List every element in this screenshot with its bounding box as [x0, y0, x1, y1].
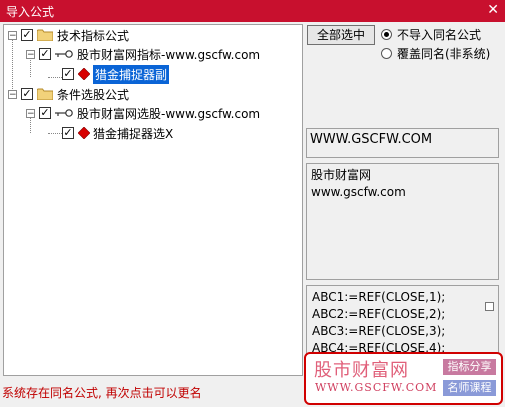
node-checkbox[interactable]: ✓	[39, 107, 51, 119]
radio-label: 不导入同名公式	[397, 28, 482, 42]
radio-button-checked[interactable]	[381, 29, 392, 40]
status-message: 系统存在同名公式, 再次点击可以更名	[2, 386, 202, 400]
tree-connector	[48, 133, 62, 134]
code-line: ABC2:=REF(CLOSE,2);	[312, 307, 446, 321]
red-diamond-icon	[78, 127, 90, 139]
folder-icon	[37, 88, 53, 100]
logo-badge: 指标分享	[443, 359, 496, 375]
node-checkbox[interactable]: ✓	[21, 88, 33, 100]
close-icon[interactable]: ✕	[487, 2, 499, 18]
formula-tree[interactable]: − ✓ 技术指标公式 − ✓ 股市财富网指标-www.gscfw.com ✓ 猎…	[3, 24, 303, 376]
node-label: 条件选股公式	[57, 87, 130, 102]
window-title: 导入公式	[6, 5, 55, 19]
tree-node-indicator-formulas[interactable]: − ✓ 技术指标公式	[8, 26, 129, 44]
tree-node-gscfw-screening[interactable]: − ✓ 股市财富网选股-www.gscfw.com	[26, 104, 260, 122]
folder-icon	[37, 29, 53, 41]
node-checkbox[interactable]: ✓	[62, 127, 74, 139]
tree-node-hunter-sub[interactable]: ✓ 猎金捕捉器副	[62, 64, 170, 84]
red-diamond-icon	[78, 68, 90, 80]
node-label-selected: 猎金捕捉器副	[93, 64, 170, 84]
title-bar[interactable]: 导入公式 ✕	[0, 0, 505, 22]
collapse-toggle[interactable]: −	[26, 49, 35, 59]
collapse-toggle[interactable]: −	[8, 89, 17, 99]
code-line: ABC3:=REF(CLOSE,3);	[312, 324, 446, 338]
radio-no-import[interactable]: 不导入同名公式	[381, 26, 481, 43]
key-icon	[55, 50, 73, 58]
node-label: 技术指标公式	[57, 28, 130, 43]
radio-overwrite[interactable]: 覆盖同名(非系统)	[381, 45, 490, 62]
node-checkbox[interactable]: ✓	[39, 48, 51, 60]
code-line: ABC1:=REF(CLOSE,1);	[312, 290, 446, 304]
node-checkbox[interactable]: ✓	[62, 68, 74, 80]
node-checkbox[interactable]: ✓	[21, 29, 33, 41]
site-field: WWW.GSCFW.COM	[306, 128, 499, 158]
tree-node-gscfw-indicator[interactable]: − ✓ 股市财富网指标-www.gscfw.com	[26, 45, 260, 63]
description-line: www.gscfw.com	[311, 185, 406, 199]
tree-connector	[48, 77, 62, 78]
site-logo: 股市财富网 WWW.GSCFW.COM 指标分享 名师课程	[304, 352, 503, 405]
logo-badge: 名师课程	[443, 380, 496, 396]
description-line: 股市财富网	[311, 168, 372, 182]
radio-label: 覆盖同名(非系统)	[397, 47, 491, 61]
node-label: 股市财富网指标-www.gscfw.com	[77, 47, 261, 62]
logo-name: 股市财富网	[314, 360, 409, 381]
node-label: 猎金捕捉器选X	[93, 126, 174, 141]
description-box: 股市财富网 www.gscfw.com	[306, 163, 499, 280]
logo-url: WWW.GSCFW.COM	[315, 381, 438, 394]
tree-node-screening-formulas[interactable]: − ✓ 条件选股公式	[8, 85, 129, 103]
key-icon	[55, 109, 73, 117]
collapse-toggle[interactable]: −	[8, 30, 17, 40]
scrollbar-box[interactable]	[485, 302, 494, 311]
node-label: 股市财富网选股-www.gscfw.com	[77, 106, 261, 121]
collapse-toggle[interactable]: −	[26, 108, 35, 118]
radio-button-unchecked[interactable]	[381, 48, 392, 59]
select-all-button[interactable]: 全部选中	[307, 25, 375, 45]
tree-node-hunter-select[interactable]: ✓ 猎金捕捉器选X	[62, 124, 173, 142]
